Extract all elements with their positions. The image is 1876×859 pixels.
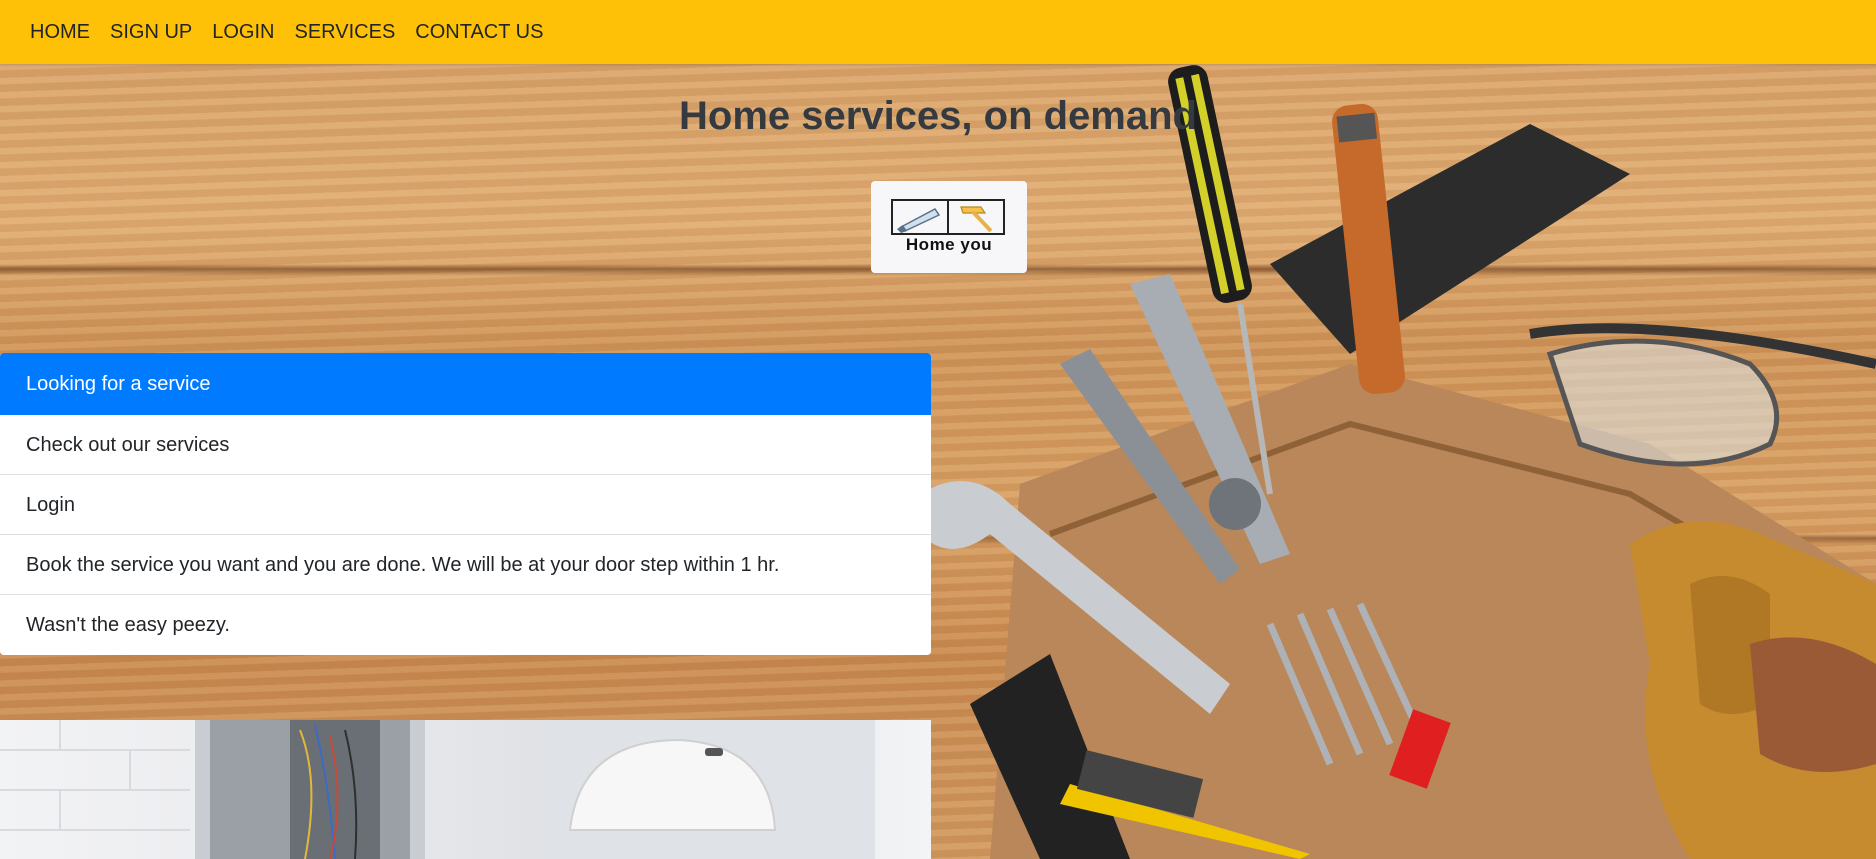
top-navbar: HOME SIGN UP LOGIN SERVICES CONTACT US: [0, 0, 1876, 64]
logo-frame: [891, 199, 1005, 235]
nav-login-link[interactable]: LOGIN: [202, 0, 284, 64]
hammer-icon: [960, 206, 993, 233]
list-item-book[interactable]: Book the service you want and you are do…: [0, 535, 931, 595]
nav-home-link[interactable]: HOME: [0, 0, 100, 64]
list-item-login[interactable]: Login: [0, 475, 931, 535]
saw-icon: [897, 208, 941, 233]
list-item-services[interactable]: Check out our services: [0, 415, 931, 475]
nav-services-link[interactable]: SERVICES: [285, 0, 406, 64]
list-item-easy[interactable]: Wasn't the easy peezy.: [0, 595, 931, 655]
logo-text: Home you: [905, 235, 993, 254]
service-info-list: Looking for a service Check out our serv…: [0, 353, 931, 655]
nav-contact-link[interactable]: CONTACT US: [405, 0, 553, 64]
list-header[interactable]: Looking for a service: [0, 353, 931, 415]
site-logo: Home you: [871, 181, 1027, 273]
nav-signup-link[interactable]: SIGN UP: [100, 0, 202, 64]
electrician-photo: [0, 720, 931, 859]
hero-title: Home services, on demand: [679, 94, 1197, 138]
